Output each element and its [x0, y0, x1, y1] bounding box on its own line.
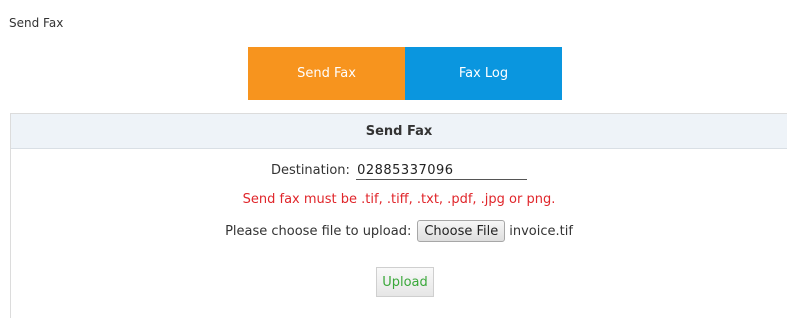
- tab-send-fax[interactable]: Send Fax: [248, 47, 405, 100]
- file-upload-row: Please choose file to upload: Choose Fil…: [11, 220, 787, 242]
- send-fax-panel: Send Fax Destination: Send fax must be .…: [10, 113, 787, 318]
- tab-bar: Send Fax Fax Log: [248, 47, 562, 100]
- panel-title: Send Fax: [11, 114, 787, 149]
- page-title: Send Fax: [9, 16, 64, 30]
- file-type-warning: Send fax must be .tif, .tiff, .txt, .pdf…: [242, 192, 556, 207]
- choose-file-button[interactable]: Choose File: [417, 220, 506, 242]
- file-label: Please choose file to upload:: [225, 223, 412, 239]
- destination-row: Destination:: [11, 163, 787, 180]
- upload-button[interactable]: Upload: [376, 267, 434, 297]
- destination-label: Destination:: [270, 163, 350, 178]
- destination-input[interactable]: [356, 163, 528, 180]
- selected-file-name: invoice.tif: [509, 223, 573, 239]
- tab-fax-log[interactable]: Fax Log: [405, 47, 562, 100]
